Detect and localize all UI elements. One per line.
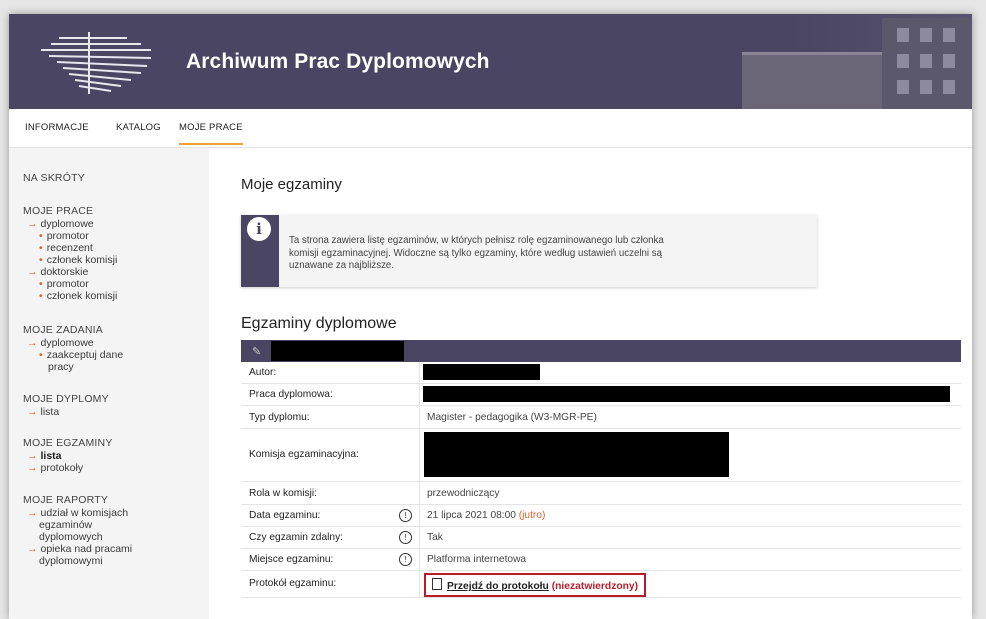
sidebar-head-dyplomy: MOJE DYPLOMY <box>23 393 109 405</box>
sidebar-item-zaakceptuj-cont[interactable]: pracy <box>48 361 74 373</box>
bullet-icon: • <box>39 230 43 242</box>
bullet-icon: • <box>39 242 43 254</box>
sidebar-head-raporty: MOJE RAPORTY <box>23 494 109 506</box>
sidebar: NA SKRÓTY MOJE PRACE → dyplomowe • promoto… <box>9 148 209 619</box>
sidebar-item-dyplomowe[interactable]: → dyplomowe <box>27 218 94 230</box>
arrow-icon: → <box>27 450 38 462</box>
arrow-icon: → <box>27 266 38 278</box>
tab-informacje[interactable]: INFORMACJE <box>25 122 89 133</box>
tab-moje-prace[interactable]: MOJE PRACE <box>179 122 243 145</box>
top-navigation: INFORMACJE KATALOG MOJE PRACE <box>9 109 972 148</box>
sidebar-item-protokoly[interactable]: → protokoły <box>27 462 83 474</box>
redacted-committee <box>424 432 729 477</box>
table-row: Protokół egzaminu: Przejdź do protokołu … <box>241 571 961 598</box>
sidebar-item-udzial-cont2[interactable]: dyplomowych <box>39 531 103 543</box>
arrow-icon: → <box>27 406 38 418</box>
site-header: Archiwum Prac Dyplomowych <box>9 14 972 109</box>
table-row: Czy egzamin zdalny: ! Tak <box>241 527 961 549</box>
exam-table: ✎ Autor: Praca dyplomowa: Typ dyplomu: M… <box>241 340 961 598</box>
document-icon <box>432 578 442 590</box>
arrow-icon: → <box>27 462 38 474</box>
section-title: Egzaminy dyplomowe <box>241 315 397 332</box>
info-text: Ta strona zawiera listę egzaminów, w któ… <box>289 235 664 271</box>
redacted-block <box>271 341 404 361</box>
table-row: Miejsce egzaminu: ! Platforma internetow… <box>241 549 961 571</box>
sidebar-item-promotor[interactable]: • promotor <box>39 230 89 242</box>
sidebar-item-doktorskie[interactable]: → doktorskie <box>27 266 88 278</box>
row-label-typ: Typ dyplomu: <box>249 412 310 423</box>
main-content: Moje egzaminy i Ta strona zawiera listę … <box>209 148 972 619</box>
browser-frame: Archiwum Prac Dyplomowych INFORMACJE KAT… <box>9 14 972 619</box>
tab-katalog[interactable]: KATALOG <box>116 122 161 133</box>
row-label-zdalny: Czy egzamin zdalny: <box>249 532 343 543</box>
sidebar-item-zadania-dyplomowe[interactable]: → dyplomowe <box>27 337 94 349</box>
header-building-image <box>672 14 972 109</box>
sidebar-item-czlonek-komisji[interactable]: • członek komisji <box>39 254 117 266</box>
row-label-data: Data egzaminu: <box>249 510 321 521</box>
row-value-rola: przewodniczący <box>427 488 500 499</box>
row-label-miejsce: Miejsce egzaminu: <box>249 554 334 565</box>
sidebar-item-promotor-dokt[interactable]: • promotor <box>39 278 89 290</box>
arrow-icon: → <box>27 543 38 555</box>
protocol-status: (niezatwierdzony) <box>551 581 639 592</box>
row-label-autor: Autor: <box>249 367 277 378</box>
info-box: i Ta strona zawiera listę egzaminów, w k… <box>241 215 817 287</box>
sidebar-item-recenzent[interactable]: • recenzent <box>39 242 93 254</box>
sidebar-item-opieka[interactable]: → opieka nad pracami <box>27 543 132 555</box>
sidebar-item-udzial-cont1[interactable]: egzaminów <box>39 519 92 531</box>
archive-logo[interactable] <box>31 28 161 98</box>
app-title: Archiwum Prac Dyplomowych <box>186 50 490 73</box>
bullet-icon: • <box>39 290 43 302</box>
info-icon: i <box>247 217 271 241</box>
sidebar-item-czlonek-dokt[interactable]: • członek komisji <box>39 290 117 302</box>
sidebar-item-dyplomy-lista[interactable]: → lista <box>27 406 59 418</box>
table-row: Autor: <box>241 362 961 384</box>
row-value-zdalny: Tak <box>427 532 443 543</box>
sidebar-shortcuts: NA SKRÓTY <box>23 172 85 184</box>
sidebar-item-udzial[interactable]: → udział w komisjach <box>27 507 128 519</box>
arrow-icon: → <box>27 507 38 519</box>
help-icon[interactable]: ! <box>399 531 412 544</box>
redacted-thesis <box>423 386 950 402</box>
help-icon[interactable]: ! <box>399 553 412 566</box>
protocol-link[interactable]: Przejdź do protokołu <box>447 581 549 592</box>
sidebar-item-opieka-cont[interactable]: dyplomowymi <box>39 555 103 567</box>
row-value-miejsce: Platforma internetowa <box>427 554 527 565</box>
table-row: Typ dyplomu: Magister - pedagogika (W3-M… <box>241 406 961 429</box>
redacted-author <box>423 364 540 380</box>
table-row: Rola w komisji: przewodniczący <box>241 482 961 505</box>
table-row: Data egzaminu: ! 21 lipca 2021 08:00 (ju… <box>241 505 961 527</box>
bullet-icon: • <box>39 254 43 266</box>
page-title: Moje egzaminy <box>241 176 342 193</box>
edit-icon[interactable]: ✎ <box>252 345 261 358</box>
sidebar-item-zaakceptuj[interactable]: • zaakceptuj dane <box>39 349 123 361</box>
help-icon[interactable]: ! <box>399 509 412 522</box>
table-header: ✎ <box>241 340 961 362</box>
row-value-typ: Magister - pedagogika (W3-MGR-PE) <box>427 412 597 423</box>
row-label-praca: Praca dyplomowa: <box>249 389 333 400</box>
protocol-link-box[interactable]: Przejdź do protokołu (niezatwierdzony) <box>424 573 647 597</box>
row-value-data: 21 lipca 2021 08:00 (jutro) <box>427 510 546 521</box>
bullet-icon: • <box>39 349 43 361</box>
row-label-protokol: Protokół egzaminu: <box>249 578 337 589</box>
sidebar-head-zadania: MOJE ZADANIA <box>23 324 103 336</box>
table-row: Praca dyplomowa: <box>241 384 961 406</box>
sidebar-head-egzaminy: MOJE EGZAMINY <box>23 437 113 449</box>
arrow-icon: → <box>27 337 38 349</box>
table-row: Komisja egzaminacyjna: <box>241 429 961 482</box>
sidebar-item-egzaminy-lista[interactable]: → lista <box>27 450 62 462</box>
row-label-rola: Rola w komisji: <box>249 488 317 499</box>
bullet-icon: • <box>39 278 43 290</box>
arrow-icon: → <box>27 218 38 230</box>
row-label-komisja: Komisja egzaminacyjna: <box>249 449 359 460</box>
sidebar-head-prace: MOJE PRACE <box>23 205 94 217</box>
